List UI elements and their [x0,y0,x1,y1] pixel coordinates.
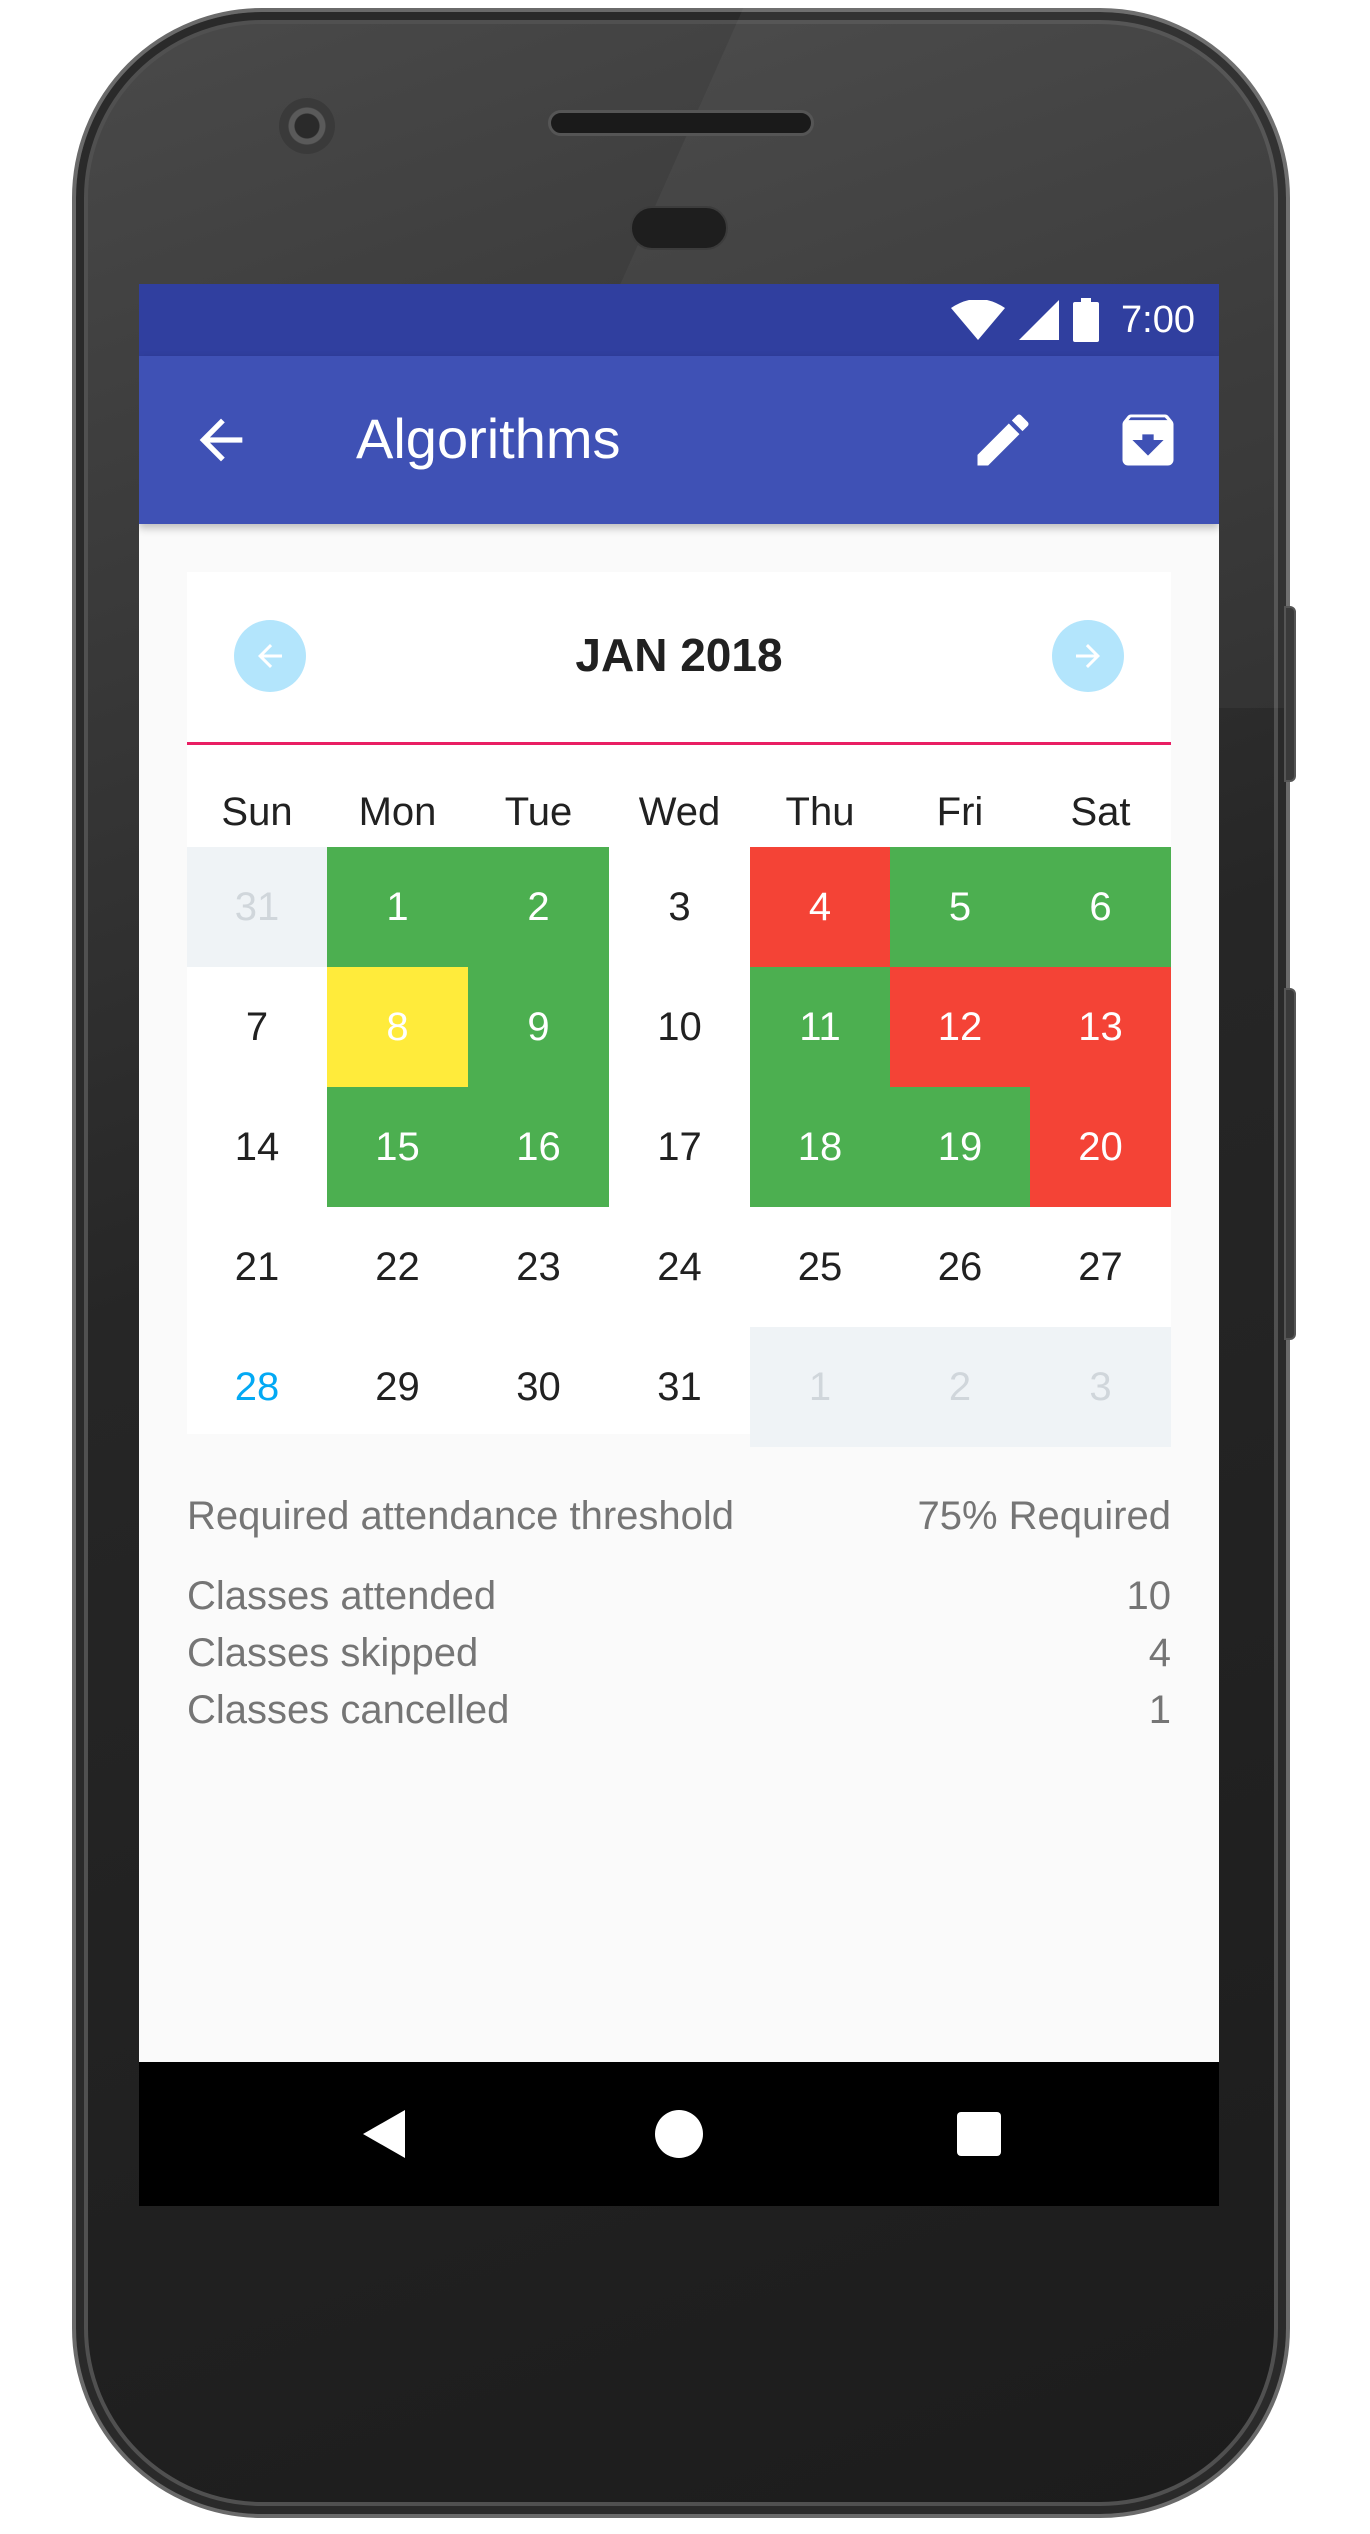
day-cell[interactable]: 1 [750,1327,890,1447]
day-cell[interactable]: 31 [609,1327,750,1447]
page-title: Algorithms [356,407,621,470]
day-cell[interactable]: 4 [750,847,890,967]
day-cell[interactable]: 3 [609,847,750,967]
day-cell[interactable]: 1 [327,847,468,967]
day-cell[interactable]: 24 [609,1207,750,1327]
day-cell[interactable]: 12 [890,967,1030,1087]
cancelled-label: Classes cancelled [187,1688,510,1732]
archive-icon[interactable] [1114,406,1182,474]
nav-back-icon[interactable] [353,2102,417,2166]
weekday-label: Fri [936,790,984,834]
day-cell[interactable]: 20 [1030,1087,1171,1207]
day-cell[interactable]: 27 [1030,1207,1171,1327]
calendar-card: JAN 2018 Sun Mon Tue Wed Thu Fri Sat 31 1 2 3 4 5 6 7… [187,572,1171,1447]
day-cell[interactable]: 8 [327,967,468,1087]
power-button [1284,606,1296,782]
pencil-icon[interactable] [969,406,1037,474]
day-cell[interactable]: 19 [890,1087,1030,1207]
system-nav-bar [139,2062,1219,2206]
attended-row: Classes attended 10 [187,1574,1171,1630]
day-cell[interactable]: 29 [327,1327,468,1447]
threshold-label: Required attendance threshold [187,1494,735,1538]
day-cell[interactable]: 10 [609,967,750,1087]
nav-recents-icon[interactable] [957,2112,1001,2156]
app-bar: Algorithms [139,356,1219,524]
day-cell[interactable]: 13 [1030,967,1171,1087]
day-cell[interactable]: 5 [890,847,1030,967]
day-cell[interactable]: 31 [187,847,327,967]
day-cell[interactable]: 21 [187,1207,327,1327]
day-cell[interactable]: 18 [750,1087,890,1207]
month-divider [187,742,1171,745]
signal-icon [1019,300,1060,340]
day-cell[interactable]: 30 [468,1327,609,1447]
cancelled-value: 1 [1148,1688,1171,1732]
day-cell[interactable]: 22 [327,1207,468,1327]
day-cell[interactable]: 15 [327,1087,468,1207]
weekday-header: Sun Mon Tue Wed Thu Fri Sat [187,772,1171,852]
status-bar: 7:00 [139,284,1219,356]
day-cell[interactable]: 9 [468,967,609,1087]
day-cell[interactable]: 17 [609,1087,750,1207]
day-cell[interactable]: 7 [187,967,327,1087]
threshold-row: Required attendance threshold 75% Requir… [187,1494,1171,1550]
screen: 7:00 Algorithms JAN 2018 Sun Mon Tue Wed Thu… [139,284,1219,2206]
skipped-label: Classes skipped [187,1631,479,1675]
nav-home-icon[interactable] [655,2110,703,2158]
day-cell[interactable]: 2 [468,847,609,967]
day-cell[interactable]: 28 [187,1327,327,1447]
earpiece-speaker [548,110,814,136]
wifi-icon [951,300,1006,340]
status-time: 7:00 [1121,298,1195,341]
cancelled-row: Classes cancelled 1 [187,1688,1171,1744]
day-cell[interactable]: 11 [750,967,890,1087]
day-cell[interactable]: 26 [890,1207,1030,1327]
weekday-label: Tue [504,790,573,834]
battery-icon [1073,298,1100,342]
day-cell[interactable]: 14 [187,1087,327,1207]
weekday-label: Mon [358,790,437,834]
day-cell[interactable]: 16 [468,1087,609,1207]
skipped-value: 4 [1148,1631,1171,1675]
month-label: JAN 2018 [575,629,783,681]
day-cell[interactable]: 2 [890,1327,1030,1447]
day-cell[interactable]: 23 [468,1207,609,1327]
day-cell[interactable]: 25 [750,1207,890,1327]
arrow-right-icon [1076,644,1100,668]
day-cell[interactable]: 3 [1030,1327,1171,1447]
proximity-sensor [630,206,728,250]
attended-value: 10 [1126,1574,1172,1618]
weekday-label: Sun [221,790,293,834]
arrow-back-icon[interactable] [189,408,253,472]
weekday-label: Thu [785,790,855,834]
next-month-button[interactable] [1052,620,1124,692]
skipped-row: Classes skipped 4 [187,1631,1171,1687]
front-camera [279,98,335,154]
weekday-label: Sat [1070,790,1131,834]
day-cell[interactable]: 6 [1030,847,1171,967]
weekday-label: Wed [638,790,721,834]
attended-label: Classes attended [187,1574,497,1618]
threshold-value: 75% Required [917,1494,1172,1538]
volume-button [1284,988,1296,1340]
